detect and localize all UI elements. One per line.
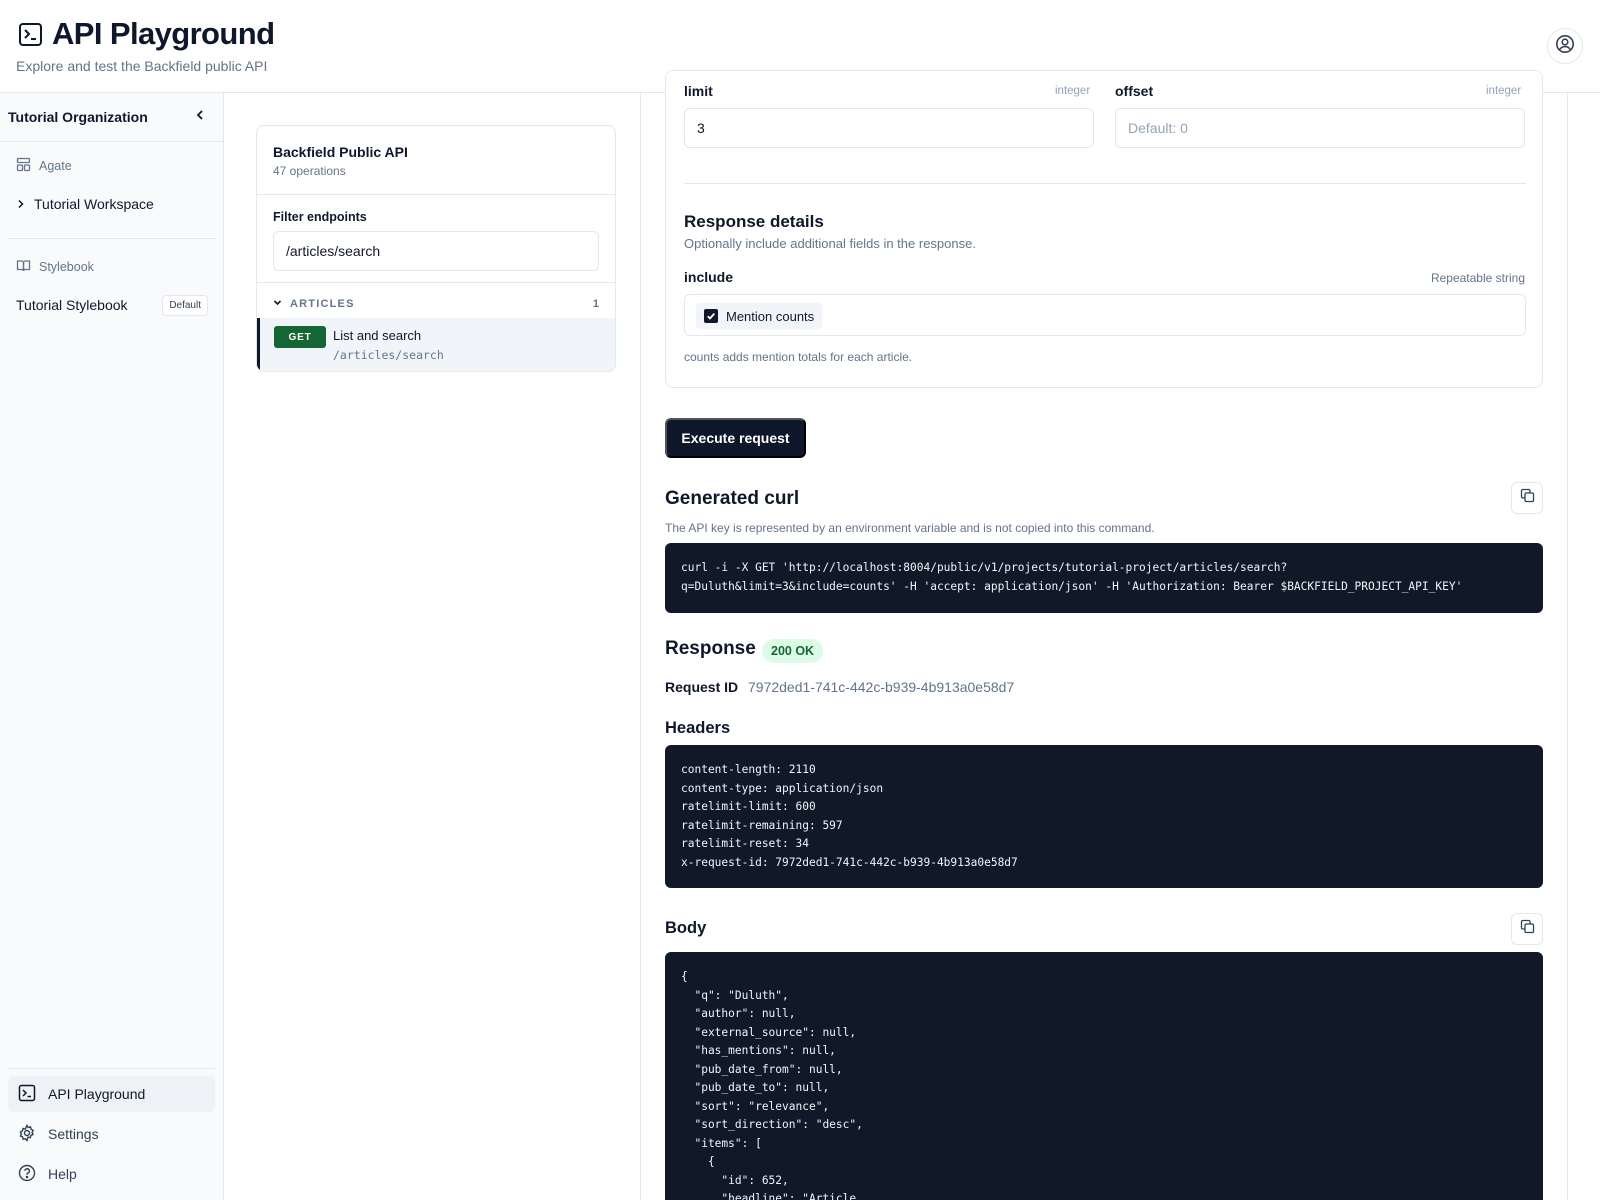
status-badge: 200 OK bbox=[762, 639, 824, 663]
default-badge: Default bbox=[162, 294, 208, 316]
copy-curl-button[interactable] bbox=[1511, 482, 1543, 514]
account-button[interactable] bbox=[1547, 28, 1583, 64]
group-name: ARTICLES bbox=[290, 298, 355, 310]
divider bbox=[684, 183, 1526, 184]
sidebar-item-tutorial-workspace[interactable]: Tutorial Workspace bbox=[16, 196, 154, 212]
mention-counts-option[interactable]: Mention counts bbox=[696, 303, 823, 329]
endpoint-panel: Backfield Public API 47 operations Filte… bbox=[256, 125, 616, 372]
sidebar: Tutorial Organization Agate Tutorial Wor… bbox=[0, 93, 224, 1200]
api-name: Backfield Public API bbox=[273, 144, 408, 160]
parameters-card: limit integer offset integer Response de… bbox=[665, 70, 1543, 388]
endpoint-group-articles[interactable]: ARTICLES 1 bbox=[273, 296, 599, 312]
response-details-subtitle: Optionally include additional fields in … bbox=[684, 236, 976, 251]
endpoint-item[interactable]: GET List and search /articles/search bbox=[257, 318, 615, 371]
body-title: Body bbox=[665, 919, 707, 937]
stylebook-label: Tutorial Stylebook bbox=[16, 297, 128, 313]
curl-title: Generated curl bbox=[665, 488, 800, 509]
nav-api-playground[interactable]: API Playground bbox=[8, 1076, 215, 1112]
limit-type: integer bbox=[1055, 85, 1091, 97]
nav-label: API Playground bbox=[48, 1086, 146, 1102]
workspace-label: Tutorial Workspace bbox=[34, 196, 154, 212]
copy-icon bbox=[1520, 919, 1535, 939]
layout-icon bbox=[16, 157, 31, 175]
endpoint-name: List and search bbox=[333, 328, 422, 343]
stylebook-section-header: Stylebook bbox=[16, 258, 94, 276]
org-name: Tutorial Organization bbox=[8, 109, 148, 125]
help-circle-icon bbox=[18, 1164, 36, 1185]
include-help-text: counts adds mention totals for each arti… bbox=[684, 350, 913, 364]
curl-note: The API key is represented by an environ… bbox=[665, 521, 1155, 535]
method-badge: GET bbox=[274, 326, 326, 348]
terminal-icon bbox=[18, 22, 43, 47]
divider bbox=[257, 282, 615, 283]
workspace-section-label: Agate bbox=[39, 159, 72, 173]
response-details-title: Response details bbox=[684, 212, 824, 231]
page-title: API Playground bbox=[52, 16, 275, 51]
limit-label: limit bbox=[684, 83, 713, 99]
request-id-label: Request ID bbox=[665, 679, 739, 695]
collapse-sidebar-button[interactable] bbox=[190, 107, 210, 127]
workspace-section-header: Agate bbox=[16, 157, 72, 175]
operation-count: 47 operations bbox=[273, 164, 346, 178]
group-count: 1 bbox=[592, 298, 599, 310]
checkbox[interactable] bbox=[704, 309, 718, 323]
filter-endpoints-input[interactable] bbox=[273, 231, 599, 271]
org-switcher[interactable]: Tutorial Organization bbox=[0, 93, 223, 142]
book-open-icon bbox=[16, 258, 31, 276]
headers-title: Headers bbox=[665, 719, 731, 737]
copy-icon bbox=[1520, 488, 1535, 508]
user-circle-icon bbox=[1555, 34, 1575, 59]
nav-label: Settings bbox=[48, 1126, 99, 1142]
response-headers[interactable]: content-length: 2110 content-type: appli… bbox=[665, 745, 1543, 888]
divider bbox=[257, 194, 615, 195]
curl-command[interactable]: curl -i -X GET 'http://localhost:8004/pu… bbox=[665, 543, 1543, 613]
option-label: Mention counts bbox=[726, 308, 815, 324]
response-title: Response bbox=[665, 638, 756, 659]
divider bbox=[8, 238, 215, 239]
offset-label: offset bbox=[1115, 83, 1154, 99]
page-subtitle: Explore and test the Backfield public AP… bbox=[16, 58, 268, 74]
offset-input[interactable] bbox=[1115, 108, 1525, 148]
copy-body-button[interactable] bbox=[1511, 913, 1543, 945]
request-id-value[interactable]: 7972ded1-741c-442c-b939-4b913a0e58d7 bbox=[748, 679, 1014, 695]
filter-label: Filter endpoints bbox=[273, 210, 367, 224]
include-label: include bbox=[684, 269, 734, 285]
offset-type: integer bbox=[1486, 85, 1522, 97]
sidebar-item-tutorial-stylebook[interactable]: Tutorial Stylebook Default bbox=[16, 293, 208, 317]
limit-input[interactable] bbox=[684, 108, 1094, 148]
endpoint-path: /articles/search bbox=[333, 348, 444, 362]
response-body[interactable]: { "q": "Duluth", "author": null, "extern… bbox=[665, 952, 1543, 1200]
include-type: Repeatable string bbox=[1430, 271, 1525, 285]
nav-label: Help bbox=[48, 1166, 77, 1182]
include-field: Mention counts bbox=[684, 294, 1526, 336]
nav-help[interactable]: Help bbox=[8, 1156, 215, 1192]
nav-settings[interactable]: Settings bbox=[8, 1116, 215, 1152]
stylebook-section-label: Stylebook bbox=[39, 260, 94, 274]
chevron-left-icon bbox=[194, 108, 206, 126]
chevron-down-icon bbox=[273, 298, 282, 310]
chevron-right-icon bbox=[16, 196, 26, 212]
gear-icon bbox=[18, 1123, 36, 1145]
execute-request-button[interactable]: Execute request bbox=[665, 418, 806, 458]
divider bbox=[8, 1068, 215, 1069]
terminal-icon bbox=[18, 1084, 36, 1105]
